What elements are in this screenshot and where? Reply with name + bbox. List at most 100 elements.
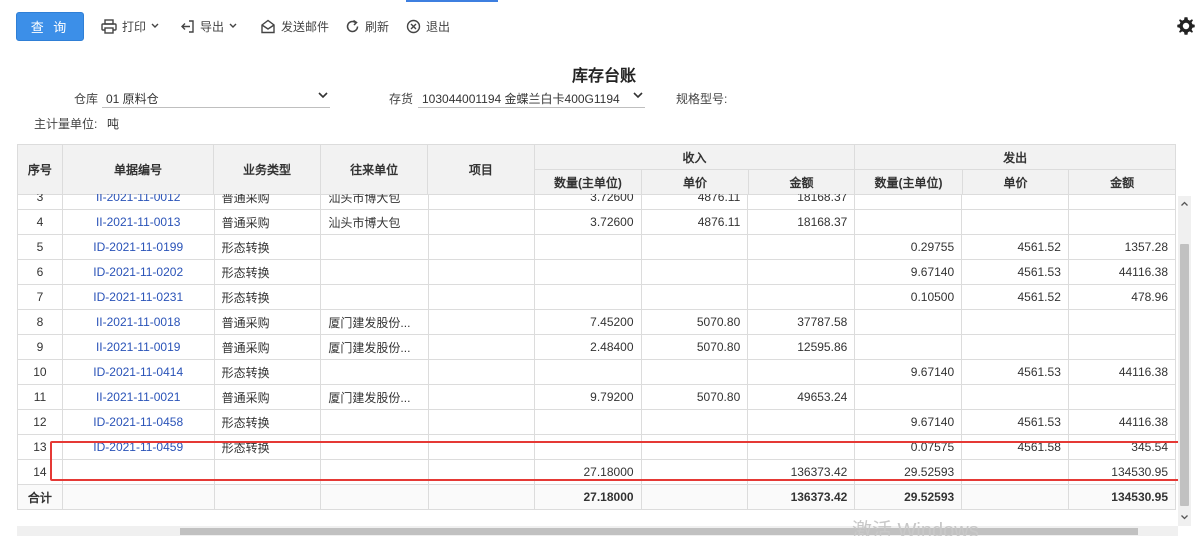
- refresh-button[interactable]: 刷新: [345, 15, 389, 37]
- col-out-price[interactable]: 单价: [961, 169, 1070, 195]
- row-project: [428, 384, 535, 410]
- vertical-scrollbar[interactable]: [1178, 196, 1191, 526]
- doc-number-link[interactable]: ID-2021-11-0414: [93, 365, 183, 379]
- col-group-income: 收入: [533, 144, 856, 170]
- row-doc-no: ID-2021-11-0458: [61, 409, 215, 435]
- total-label: 合计: [17, 484, 63, 510]
- active-tab-indicator: [406, 0, 498, 2]
- row-project: [428, 194, 535, 210]
- row-in-price: 4876.11: [640, 194, 749, 210]
- row-biz-type: 形态转换: [213, 359, 322, 385]
- row-out-price: [961, 194, 1069, 210]
- exit-button[interactable]: 退出: [406, 15, 450, 37]
- row-out-qty: [854, 334, 963, 360]
- row-seq: 14: [17, 459, 63, 485]
- horizontal-scroll-thumb[interactable]: [180, 528, 1138, 535]
- row-out-amount: 1357.28: [1067, 234, 1176, 260]
- doc-number-link[interactable]: ID-2021-11-0199: [93, 240, 183, 254]
- row-in-qty: [533, 434, 642, 460]
- row-in-price: [640, 359, 749, 385]
- table-row[interactable]: 3 II-2021-11-0012 普通采购 汕头市博大包 3.72600 4876.11…: [17, 194, 1176, 210]
- row-in-qty: 2.48400: [533, 334, 642, 360]
- table-row[interactable]: 14 27.18000 136373.42 29.52593 134530.95: [17, 459, 1176, 485]
- doc-number-link[interactable]: II-2021-11-0018: [96, 315, 181, 329]
- col-seq[interactable]: 序号: [17, 144, 63, 195]
- row-seq: 6: [17, 259, 63, 285]
- windows-activation-watermark: 激活 Windows: [852, 520, 979, 536]
- row-in-qty: 7.45200: [533, 309, 642, 335]
- row-partner: 汕头市博大包: [320, 194, 430, 210]
- gear-icon[interactable]: [1175, 15, 1197, 37]
- doc-number-link[interactable]: ID-2021-11-0458: [93, 415, 183, 429]
- row-partner: [320, 409, 430, 435]
- table-row[interactable]: 12 ID-2021-11-0458 形态转换 9.67140 4561.53 44116…: [17, 409, 1176, 435]
- row-out-amount: [1067, 334, 1176, 360]
- doc-number-link[interactable]: ID-2021-11-0231: [93, 290, 183, 304]
- row-doc-no: ID-2021-11-0459: [61, 434, 215, 460]
- col-biz-type[interactable]: 业务类型: [213, 144, 322, 195]
- table-row[interactable]: 8 II-2021-11-0018 普通采购 厦门建发股份... 7.45200 5070…: [17, 309, 1176, 335]
- row-project: [428, 334, 535, 360]
- row-partner: [320, 234, 430, 260]
- doc-number-link[interactable]: II-2021-11-0012: [96, 194, 181, 204]
- scroll-down-icon[interactable]: [1178, 512, 1191, 522]
- print-label: 打印: [122, 19, 147, 34]
- export-menu[interactable]: 导出: [180, 15, 237, 37]
- row-in-price: 5070.80: [640, 334, 749, 360]
- row-in-qty: [533, 284, 642, 310]
- inventory-select[interactable]: 103044001194 金蝶兰白卡400G1194: [418, 87, 645, 108]
- row-doc-no: ID-2021-11-0199: [61, 234, 215, 260]
- col-doc-no[interactable]: 单据编号: [61, 144, 215, 195]
- col-in-qty[interactable]: 数量(主单位): [533, 169, 643, 195]
- row-out-price: 4561.53: [961, 359, 1069, 385]
- col-project[interactable]: 项目: [427, 144, 535, 195]
- exit-label: 退出: [426, 19, 451, 34]
- print-menu[interactable]: 打印: [101, 15, 159, 37]
- row-biz-type: 普通采购: [213, 309, 322, 335]
- query-button[interactable]: 查 询: [16, 12, 84, 41]
- warehouse-select[interactable]: 01 原料仓: [102, 87, 330, 108]
- row-out-amount: [1067, 309, 1176, 335]
- total-in-qty: 27.18000: [533, 484, 642, 510]
- table-row[interactable]: 9 II-2021-11-0019 普通采购 厦门建发股份... 2.48400 5070…: [17, 334, 1176, 360]
- row-out-price: [961, 334, 1069, 360]
- doc-number-link[interactable]: ID-2021-11-0459: [93, 440, 183, 454]
- row-project: [428, 359, 535, 385]
- row-out-qty: 9.67140: [854, 409, 963, 435]
- table-row[interactable]: 11 II-2021-11-0021 普通采购 厦门建发股份... 9.79200 507…: [17, 384, 1176, 410]
- doc-number-link[interactable]: II-2021-11-0021: [96, 390, 181, 404]
- doc-number-link[interactable]: II-2021-11-0013: [96, 215, 181, 229]
- row-doc-no: [61, 459, 215, 485]
- col-out-qty[interactable]: 数量(主单位): [854, 169, 963, 195]
- row-out-price: 4561.52: [961, 284, 1069, 310]
- row-in-qty: 9.79200: [533, 384, 642, 410]
- col-in-price[interactable]: 单价: [641, 169, 749, 195]
- row-out-qty: 9.67140: [854, 359, 963, 385]
- scroll-up-icon[interactable]: [1178, 199, 1191, 209]
- vertical-scroll-thumb[interactable]: [1180, 244, 1189, 506]
- doc-number-link[interactable]: ID-2021-11-0202: [93, 265, 183, 279]
- row-seq: 8: [17, 309, 63, 335]
- row-partner: 厦门建发股份...: [320, 309, 430, 335]
- row-in-amount: [747, 359, 856, 385]
- row-out-amount: 134530.95: [1067, 459, 1176, 485]
- row-in-amount: [747, 409, 856, 435]
- row-project: [428, 459, 535, 485]
- row-out-price: [961, 309, 1069, 335]
- table-row[interactable]: 7 ID-2021-11-0231 形态转换 0.10500 4561.52 478.96: [17, 284, 1176, 310]
- table-row[interactable]: 10 ID-2021-11-0414 形态转换 9.67140 4561.53 44116…: [17, 359, 1176, 385]
- col-partner[interactable]: 往来单位: [320, 144, 429, 195]
- horizontal-scrollbar[interactable]: [17, 526, 1178, 536]
- col-in-amount[interactable]: 金额: [747, 169, 856, 195]
- table-row[interactable]: 13 ID-2021-11-0459 形态转换 0.07575 4561.58 345.5…: [17, 434, 1176, 460]
- table-row[interactable]: 4 II-2021-11-0013 普通采购 汕头市博大包 3.72600 4876.11…: [17, 209, 1176, 235]
- table-row[interactable]: 5 ID-2021-11-0199 形态转换 0.29755 4561.52 1357.2…: [17, 234, 1176, 260]
- send-mail-label: 发送邮件: [281, 19, 330, 34]
- row-in-price: [640, 409, 749, 435]
- doc-number-link[interactable]: II-2021-11-0019: [96, 340, 181, 354]
- send-mail-button[interactable]: 发送邮件: [260, 15, 329, 37]
- col-out-amount[interactable]: 金额: [1068, 169, 1176, 195]
- row-in-amount: 18168.37: [747, 194, 856, 210]
- row-out-amount: [1067, 209, 1176, 235]
- table-row[interactable]: 6 ID-2021-11-0202 形态转换 9.67140 4561.53 44116.…: [17, 259, 1176, 285]
